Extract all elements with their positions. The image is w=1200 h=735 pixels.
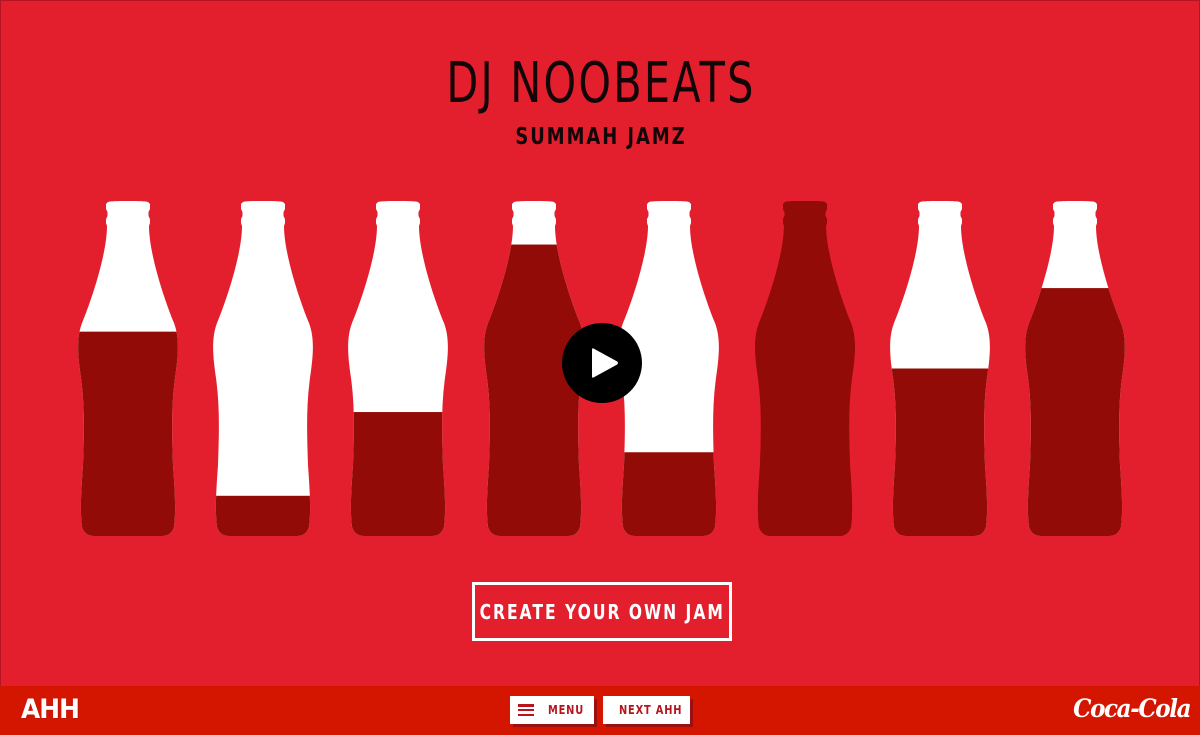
create-your-own-jam-button[interactable]: CREATE YOUR OWN JAM (472, 582, 732, 641)
bottle-3[interactable] (338, 201, 458, 538)
bottle-liquid-level (890, 368, 990, 536)
bottle-liquid-level (78, 331, 178, 536)
coca-cola-logo[interactable]: Coca-Cola (1073, 692, 1191, 726)
play-icon (592, 348, 618, 378)
bottle-6[interactable] (745, 201, 865, 538)
play-button[interactable] (562, 323, 642, 403)
create-button-label: CREATE YOUR OWN JAM (479, 599, 725, 624)
bottle-liquid-level (619, 452, 719, 536)
bottle-7[interactable] (880, 201, 1000, 538)
ahh-logo[interactable]: AHH (21, 695, 80, 725)
menu-button[interactable]: MENU (510, 696, 594, 724)
next-ahh-button-label: NEXT AHH (619, 703, 683, 717)
bottle-liquid-level (1025, 288, 1125, 536)
bottle-liquid-level (348, 412, 448, 536)
menu-button-label: MENU (548, 703, 585, 717)
bottle-2[interactable] (203, 201, 323, 538)
bottle-liquid-level (213, 495, 313, 536)
page: DJ NOOBEATS SUMMAH JAMZ CREATE YOUR OWN … (0, 0, 1200, 735)
page-title: DJ NOOBEATS (446, 51, 756, 116)
bottle-glass (213, 201, 313, 536)
page-subtitle: SUMMAH JAMZ (515, 124, 687, 150)
bottle-1[interactable] (68, 201, 188, 538)
next-ahh-button[interactable]: NEXT AHH (603, 696, 690, 724)
bottle-liquid-level (755, 201, 855, 536)
hero-panel: DJ NOOBEATS SUMMAH JAMZ CREATE YOUR OWN … (0, 0, 1200, 686)
hamburger-icon (518, 704, 534, 716)
footer-bar: AHH MENU NEXT AHH Coca-Cola (0, 686, 1200, 735)
bottle-8[interactable] (1015, 201, 1135, 538)
